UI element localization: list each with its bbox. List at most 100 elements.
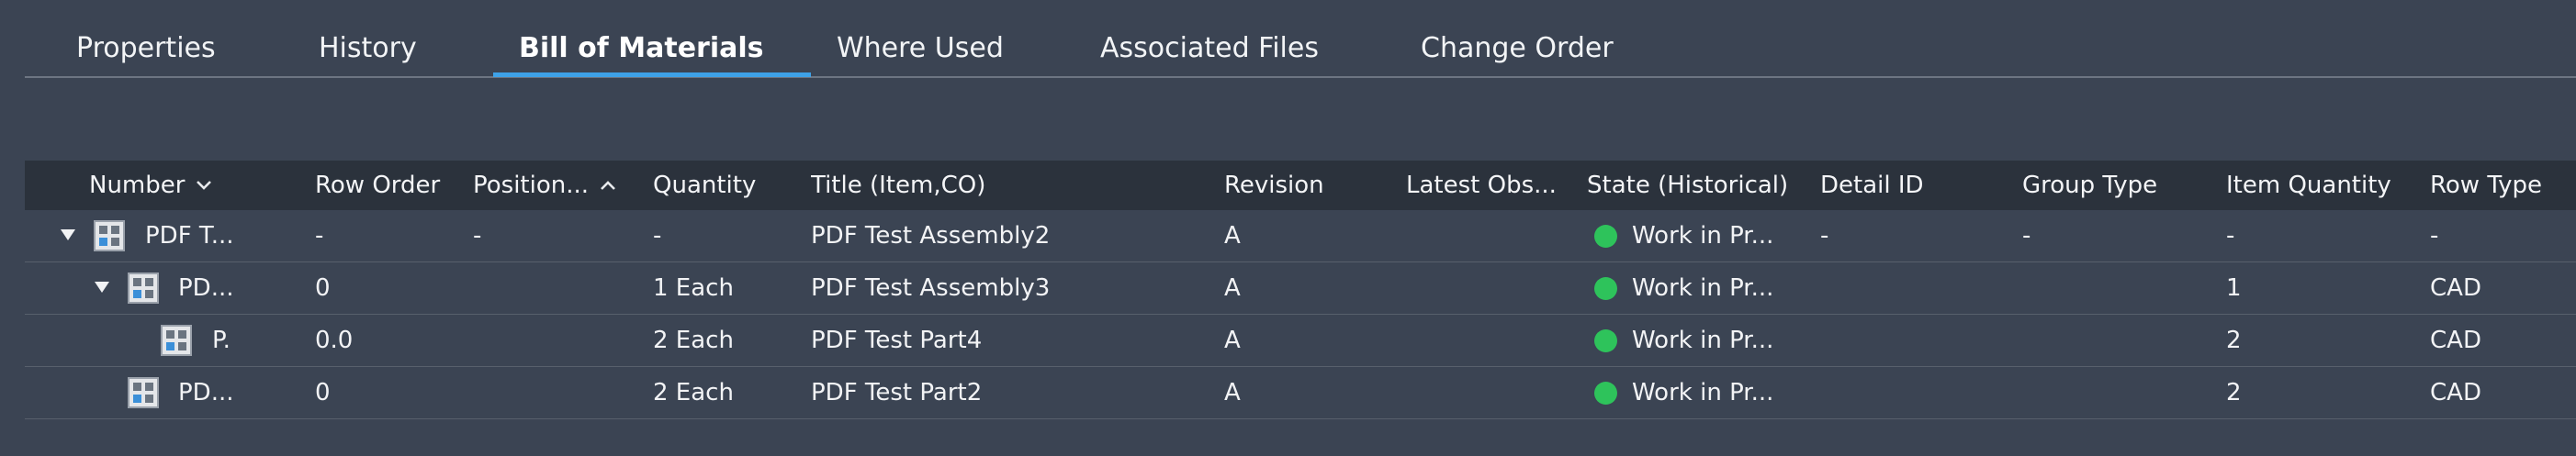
column-header-state-label: State (Historical) [1587,172,1789,199]
tab-change-order[interactable]: Change Order [1421,0,1614,78]
cell-group-type [2022,367,2224,418]
cell-quantity: - [653,222,662,250]
cell-row-type: CAD [2430,379,2481,406]
cell-group-type [2022,262,2224,314]
cell-item-quantity: 1 [2226,274,2242,302]
column-header-title[interactable]: Title (Item,CO) [811,161,1215,210]
column-header-position-label: Position... [473,172,590,199]
column-header-revision-label: Revision [1224,172,1324,199]
column-header-group-type-label: Group Type [2022,172,2158,199]
status-dot-icon [1594,381,1617,405]
assembly-item-icon [161,325,192,356]
assembly-item-icon [128,377,159,408]
table-row[interactable]: P. 0.0 2 Each PDF Test Part4 A Work in P… [25,315,2576,367]
cell-row-order: 0.0 [315,327,354,354]
bom-grid: Number Row Order Position... Quantity Ti… [25,161,2576,419]
cell-row-type: CAD [2430,274,2481,302]
status-dot-icon [1594,328,1617,352]
column-header-number[interactable]: Number [89,161,273,210]
cell-item-quantity: - [2226,222,2235,250]
chevron-up-icon[interactable] [600,180,616,191]
column-header-row-type[interactable]: Row Type [2430,161,2576,210]
cell-detail-id [1820,262,2022,314]
cell-detail-id [1820,367,2022,418]
triangle-down-icon[interactable] [60,228,76,245]
expand-toggle[interactable] [60,210,76,261]
cell-detail-id [1820,315,2022,366]
column-header-item-quantity-label: Item Quantity [2226,172,2391,199]
tab-properties[interactable]: Properties [76,0,216,78]
cell-row-order: 0 [315,274,331,302]
column-header-latest-obs[interactable]: Latest Obs... [1406,161,1576,210]
cell-revision: A [1224,222,1241,250]
column-header-position[interactable]: Position... [473,161,647,210]
cell-quantity: 2 Each [653,379,734,406]
grid-header: Number Row Order Position... Quantity Ti… [25,161,2576,210]
assembly-item-icon [128,272,159,304]
cell-latest-obs [1406,367,1576,418]
column-header-detail-id[interactable]: Detail ID [1820,161,2022,210]
cell-title: PDF Test Part4 [811,327,983,354]
cell-number: PD... [178,274,234,302]
column-header-row-order[interactable]: Row Order [315,161,467,210]
column-header-quantity[interactable]: Quantity [653,161,804,210]
cell-state: Work in Pr... [1594,315,1815,366]
triangle-down-icon[interactable] [94,280,110,297]
expand-toggle[interactable] [94,262,110,314]
cell-position [473,262,647,314]
cell-title: PDF Test Assembly3 [811,274,1051,302]
column-header-detail-id-label: Detail ID [1820,172,1924,199]
column-header-number-label: Number [89,172,186,199]
cell-position: - [473,222,482,250]
cell-state: Work in Pr... [1594,210,1815,261]
cell-revision: A [1224,327,1241,354]
cell-latest-obs [1406,315,1576,366]
cell-number: PD... [178,379,234,406]
column-header-latest-obs-label: Latest Obs... [1406,172,1557,199]
active-tab-indicator [493,72,811,77]
assembly-item-icon [94,220,125,251]
chevron-down-icon[interactable] [196,180,212,191]
cell-row-type: - [2430,222,2439,250]
status-dot-icon [1594,276,1617,300]
column-header-item-quantity[interactable]: Item Quantity [2226,161,2428,210]
cell-position [473,367,647,418]
cell-detail-id: - [1820,222,1829,250]
tab-history[interactable]: History [319,0,417,78]
cell-quantity: 2 Each [653,327,734,354]
cell-quantity: 1 Each [653,274,734,302]
table-row[interactable]: PDF T... - - - PDF Test Assembly2 A Work… [25,210,2576,262]
cell-state-label: Work in Pr... [1632,379,1774,406]
column-header-state[interactable]: State (Historical) [1587,161,1817,210]
cell-state-label: Work in Pr... [1632,327,1774,354]
cell-revision: A [1224,274,1241,302]
cell-latest-obs [1406,210,1576,261]
cell-row-order: - [315,222,324,250]
column-header-title-label: Title (Item,CO) [811,172,986,199]
cell-item-quantity: 2 [2226,327,2242,354]
cell-state-label: Work in Pr... [1632,274,1774,302]
cell-row-order: 0 [315,379,331,406]
cell-row-type: CAD [2430,327,2481,354]
column-header-revision[interactable]: Revision [1224,161,1394,210]
table-row[interactable]: PD... 0 1 Each PDF Test Assembly3 A Work… [25,262,2576,315]
tab-where-used[interactable]: Where Used [837,0,1004,78]
column-header-row-order-label: Row Order [315,172,441,199]
tab-bar: Properties History Bill of Materials Whe… [25,0,2576,78]
cell-state-label: Work in Pr... [1632,222,1774,250]
tab-bill-of-materials[interactable]: Bill of Materials [519,0,764,78]
cell-group-type [2022,315,2224,366]
cell-revision: A [1224,379,1241,406]
tab-associated-files[interactable]: Associated Files [1100,0,1319,78]
cell-title: PDF Test Assembly2 [811,222,1051,250]
cell-title: PDF Test Part2 [811,379,983,406]
column-header-row-type-label: Row Type [2430,172,2543,199]
cell-group-type: - [2022,222,2031,250]
column-header-group-type[interactable]: Group Type [2022,161,2224,210]
cell-state: Work in Pr... [1594,367,1815,418]
table-row[interactable]: PD... 0 2 Each PDF Test Part2 A Work in … [25,367,2576,419]
status-dot-icon [1594,224,1617,248]
cell-state: Work in Pr... [1594,262,1815,314]
cell-latest-obs [1406,262,1576,314]
cell-number: P. [212,327,231,354]
